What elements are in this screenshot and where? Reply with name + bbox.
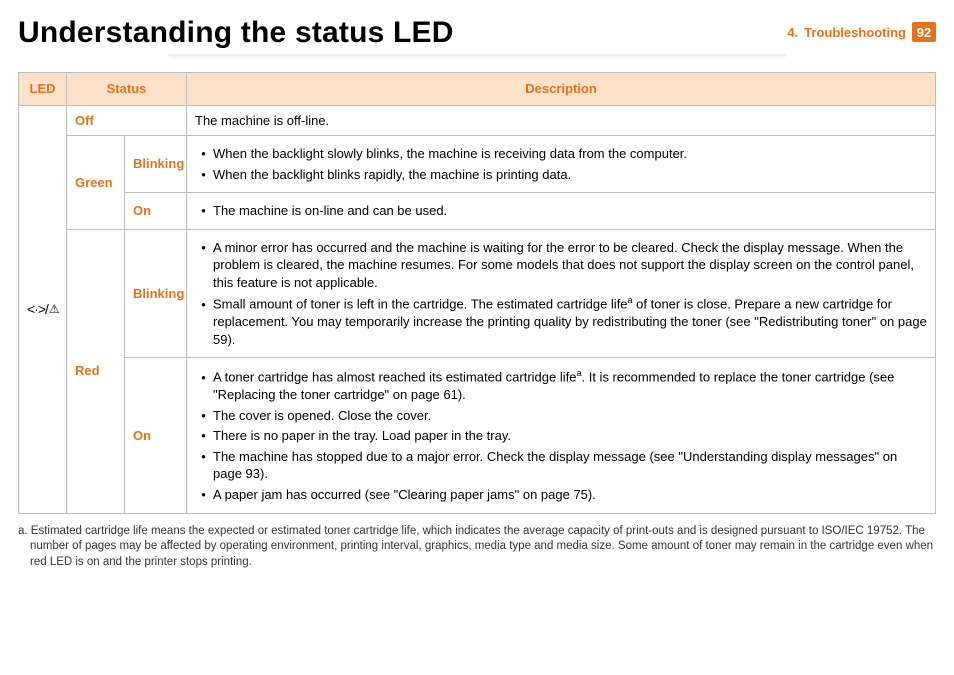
- status-led-table: LED Status Description <·>/⚠ Off The mac…: [18, 72, 936, 514]
- row-red-on: On A toner cartridge has almost reached …: [19, 358, 936, 513]
- breadcrumb-number: 4.: [787, 25, 798, 40]
- th-description: Description: [187, 73, 936, 106]
- status-led-icon: <·>/⚠: [27, 300, 59, 319]
- status-color-green: Green: [67, 136, 125, 230]
- th-status: Status: [67, 73, 187, 106]
- led-icon-cell: <·>/⚠: [19, 105, 67, 513]
- status-red-blinking: Blinking: [125, 229, 187, 358]
- list-item: The machine has stopped due to a major e…: [213, 448, 927, 483]
- table-header-row: LED Status Description: [19, 73, 936, 106]
- page: Understanding the status LED 4. Troubles…: [0, 0, 954, 570]
- row-red-blinking: Red Blinking A minor error has occurred …: [19, 229, 936, 358]
- row-green-on: On The machine is on-line and can be use…: [19, 193, 936, 230]
- desc-off: The machine is off-line.: [187, 105, 936, 136]
- list-item: A toner cartridge has almost reached its…: [213, 367, 927, 403]
- page-header: Understanding the status LED 4. Troubles…: [18, 16, 936, 50]
- tab-shadow-decor: [168, 54, 786, 60]
- th-led: LED: [19, 73, 67, 106]
- breadcrumb: 4. Troubleshooting 92: [787, 22, 936, 42]
- row-green-blinking: Green Blinking When the backlight slowly…: [19, 136, 936, 193]
- footnote: a. Estimated cartridge life means the ex…: [18, 524, 936, 571]
- desc-green-on: The machine is on-line and can be used.: [187, 193, 936, 230]
- row-off: <·>/⚠ Off The machine is off-line.: [19, 105, 936, 136]
- breadcrumb-section: Troubleshooting: [804, 25, 906, 40]
- list-item: The cover is opened. Close the cover.: [213, 407, 927, 425]
- page-number-badge: 92: [912, 22, 936, 42]
- status-off: Off: [67, 105, 187, 136]
- page-title: Understanding the status LED: [18, 16, 454, 50]
- footnote-text: Estimated cartridge life means the expec…: [30, 525, 933, 568]
- list-item: The machine is on-line and can be used.: [213, 202, 927, 220]
- status-red-on: On: [125, 358, 187, 513]
- list-item: Small amount of toner is left in the car…: [213, 294, 927, 348]
- list-item: A minor error has occurred and the machi…: [213, 239, 927, 292]
- list-item: There is no paper in the tray. Load pape…: [213, 427, 927, 445]
- status-green-blinking: Blinking: [125, 136, 187, 193]
- status-green-on: On: [125, 193, 187, 230]
- list-item: When the backlight slowly blinks, the ma…: [213, 145, 927, 163]
- list-item: A paper jam has occurred (see "Clearing …: [213, 486, 927, 504]
- status-color-red: Red: [67, 229, 125, 513]
- footnote-marker: a.: [18, 525, 28, 537]
- desc-green-blinking: When the backlight slowly blinks, the ma…: [187, 136, 936, 193]
- desc-red-on: A toner cartridge has almost reached its…: [187, 358, 936, 513]
- desc-red-blinking: A minor error has occurred and the machi…: [187, 229, 936, 358]
- list-item: When the backlight blinks rapidly, the m…: [213, 166, 927, 184]
